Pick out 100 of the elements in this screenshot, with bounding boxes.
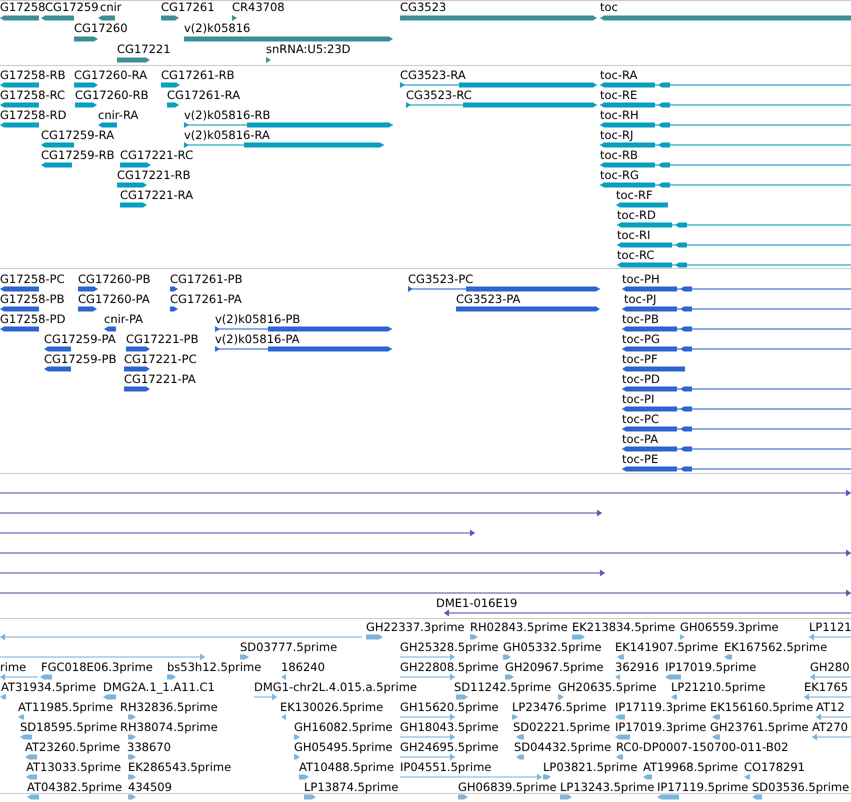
feature-label: GH06559.3prime [680,621,779,634]
feature-label: CG17261-RA [167,89,240,102]
feature-label: G17258-PC [0,273,65,286]
feature-label: toc-RC [617,249,654,262]
feature-label: AT31934.5prime [1,681,96,694]
feature-label: LP23476.5prime [512,701,606,714]
feature-label: G17258 [0,1,46,14]
feature-label: GH22808.5prime [400,661,499,674]
feature-label: CO178291 [744,761,805,774]
feature-label: RH02843.5prime [470,621,568,634]
feature-label: CG17261 [161,1,215,14]
feature-label: G17258-PB [0,293,64,306]
feature-label: 434509 [128,781,172,794]
feature-label: FGC018E06.3prime [41,661,153,674]
feature-label: CG17261-PA [170,293,242,306]
feature-label: AT270 [812,721,848,734]
feature-label: GH22337.3prime [366,621,465,634]
feature-label: CG3523-RA [400,69,466,82]
feature-label: LP1121 [809,621,851,634]
feature-label: LP13874.5prime [304,781,398,794]
feature-label: RC0-DP0007-150700-011-B02 [616,741,788,754]
feature-label: CR43708 [232,1,285,14]
feature-label: GH24695.5prime [400,741,499,754]
feature-label: SD04432.5prime [514,741,612,754]
feature-label: CG17221-PA [124,373,196,386]
feature-label: CG17259-RA [41,129,114,142]
feature-label: toc-PI [622,393,654,406]
feature-label: SD11242.5prime [454,681,552,694]
feature-label: EK167562.5prime [724,641,828,654]
feature-label: toc-PB [622,313,659,326]
feature-label: CG17221-PC [124,353,197,366]
feature-label: CG17260-RB [75,89,149,102]
feature-label: GH05332.5prime [503,641,602,654]
feature-label: GH25328.5prime [400,641,499,654]
feature-label: bs53h12.5prime [167,661,262,674]
feature-label: AT04382.5prime [27,781,122,794]
feature-label: IP17119.5prime [657,781,748,794]
feature-label: CG3523-PC [408,273,474,286]
feature-label: IP17119.3prime [615,701,706,714]
feature-label: DME1-016E19 [436,597,518,610]
feature-label: toc-PJ [624,293,656,306]
feature-label: rime [0,661,26,674]
feature-label: toc-PF [622,353,658,366]
feature-label: toc-RJ [600,129,634,142]
feature-label: RH32836.5prime [120,701,218,714]
feature-label: toc-RA [600,69,638,82]
feature-label: CG17260 [74,22,128,35]
feature-label: IP17019.3prime [615,721,706,734]
feature-label: toc-PD [622,373,660,386]
feature-label: GH16082.5prime [294,721,393,734]
feature-label: toc-PG [622,333,660,346]
feature-label: toc [600,1,618,14]
feature-label: AT10488.5prime [299,761,394,774]
feature-label: RH38074.5prime [120,721,218,734]
feature-label: toc-PA [622,433,658,446]
feature-label: GH23761.5prime [710,721,809,734]
feature-label: toc-RB [600,149,638,162]
feature-label: toc-RI [617,229,650,242]
feature-label: CG17259-RB [41,149,115,162]
feature-label: EK141907.5prime [615,641,718,654]
feature-label: GH280 [810,661,850,674]
feature-label: CG17259 [45,1,99,14]
feature-label: G17258-RC [0,89,66,102]
feature-label: EK156160.5prime [710,701,814,714]
feature-label: DMG1-chr2L.4.015.a.5prime [254,681,417,694]
feature-label: SD03777.5prime [240,641,338,654]
feature-label: AT12 [816,701,845,714]
feature-label: G17258-RB [0,69,66,82]
feature-label: LP21210.5prime [671,681,766,694]
feature-label: EK286543.5prime [128,761,232,774]
feature-label: toc-RH [600,109,639,122]
feature-label: GH20967.5prime [505,661,604,674]
feature-label: toc-RF [616,189,653,202]
feature-label: toc-PC [622,413,659,426]
feature-label: G17258-RD [0,109,66,122]
feature-label: IP17019.5prime [665,661,756,674]
feature-label: cnir [100,1,122,14]
feature-label: CG17260-PB [78,273,150,286]
feature-label: toc-PE [622,453,658,466]
feature-label: SD18595.5prime [20,721,118,734]
feature-label: toc-PH [622,273,660,286]
feature-label: EK213834.5prime [572,621,676,634]
feature-label: CG17221-PB [126,333,198,346]
feature-label: LP13243.5prime [560,781,654,794]
feature-label: snRNA:U5:23D [266,43,351,56]
feature-label: CG3523-PA [456,293,520,306]
feature-label: GH05495.5prime [294,741,393,754]
feature-label: AT23260.5prime [25,741,120,754]
feature-label: GH20635.5prime [558,681,657,694]
feature-label: 186240 [281,661,325,674]
feature-label: GH15620.5prime [400,701,499,714]
feature-label: CG17221-RB [117,169,191,182]
feature-label: cnir-PA [104,313,144,326]
feature-label: v(2)k05816 [184,22,250,35]
feature-label: AT13033.5prime [26,761,122,774]
feature-label: SD03536.5prime [752,781,850,794]
feature-label: G17258-PD [0,313,66,326]
feature-label: v(2)k05816-PA [215,333,300,346]
feature-label: CG17221 [117,43,171,56]
feature-label: AT19968.5prime [643,761,738,774]
